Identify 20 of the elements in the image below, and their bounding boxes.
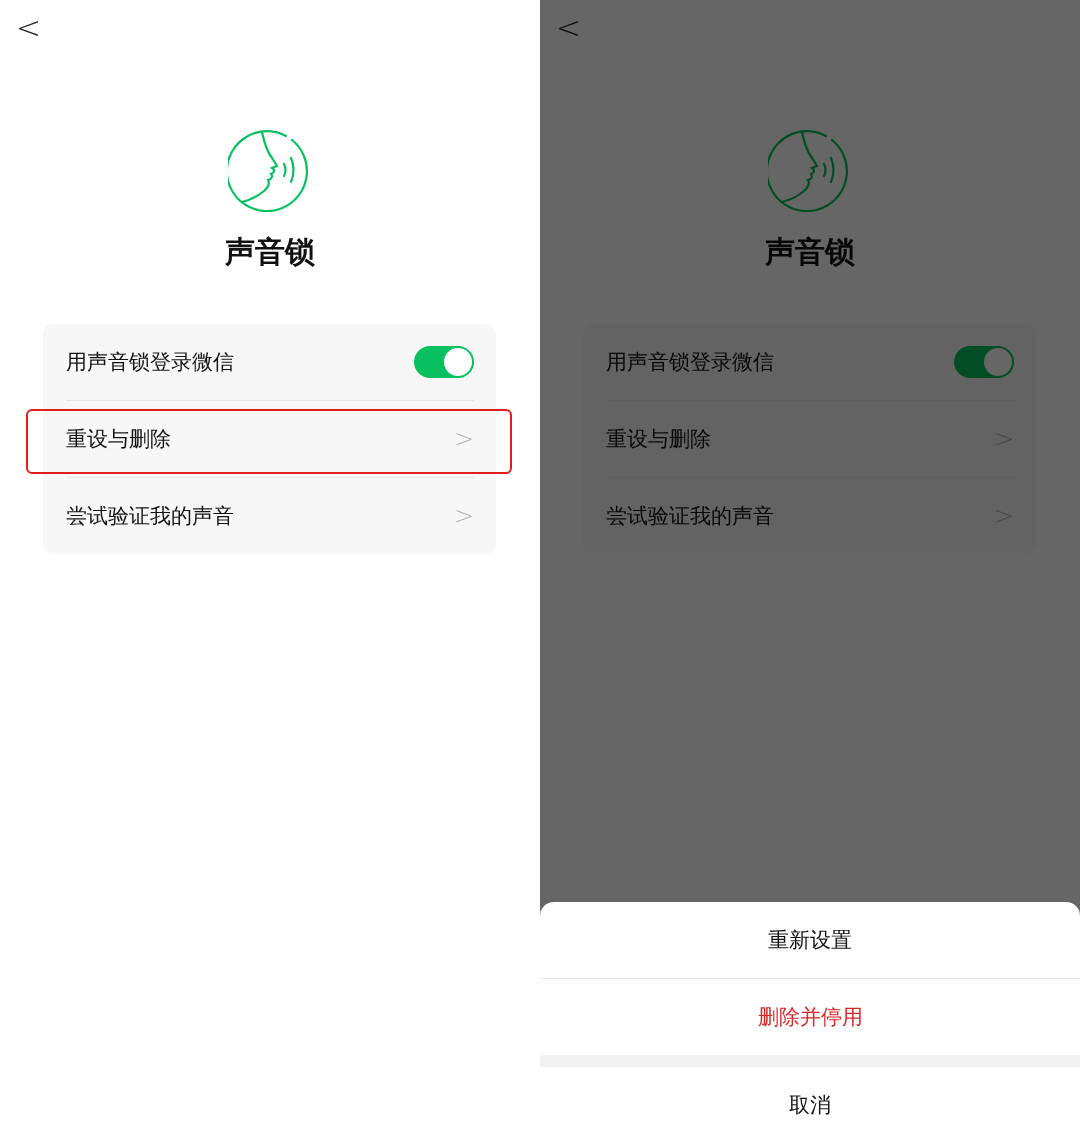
row-label: 尝试验证我的声音 — [606, 503, 775, 530]
row-label: 用声音锁登录微信 — [66, 349, 235, 376]
settings-row[interactable]: 用声音锁登录微信 — [66, 324, 474, 400]
back-button[interactable]: < — [16, 10, 42, 46]
row-label: 用声音锁登录微信 — [606, 349, 775, 376]
chevron-icon: > — [993, 502, 1014, 530]
settings-row[interactable]: 尝试验证我的声音 > — [66, 477, 474, 554]
page-title: 声音锁 — [765, 234, 855, 270]
toggle-switch[interactable] — [954, 346, 1014, 378]
chevron-icon: > — [993, 425, 1014, 453]
toggle-switch[interactable] — [414, 346, 474, 378]
cancel-button[interactable]: 取消 — [540, 1067, 1080, 1143]
row-label: 重设与删除 — [66, 426, 172, 453]
row-label: 重设与删除 — [606, 426, 712, 453]
settings-row[interactable]: 重设与删除 > — [66, 400, 474, 477]
row-label: 尝试验证我的声音 — [66, 503, 235, 530]
chevron-icon: > — [453, 502, 474, 530]
sheet-action[interactable]: 重新设置 — [540, 902, 1080, 978]
chevron-icon: > — [453, 425, 474, 453]
page-title: 声音锁 — [225, 234, 315, 270]
